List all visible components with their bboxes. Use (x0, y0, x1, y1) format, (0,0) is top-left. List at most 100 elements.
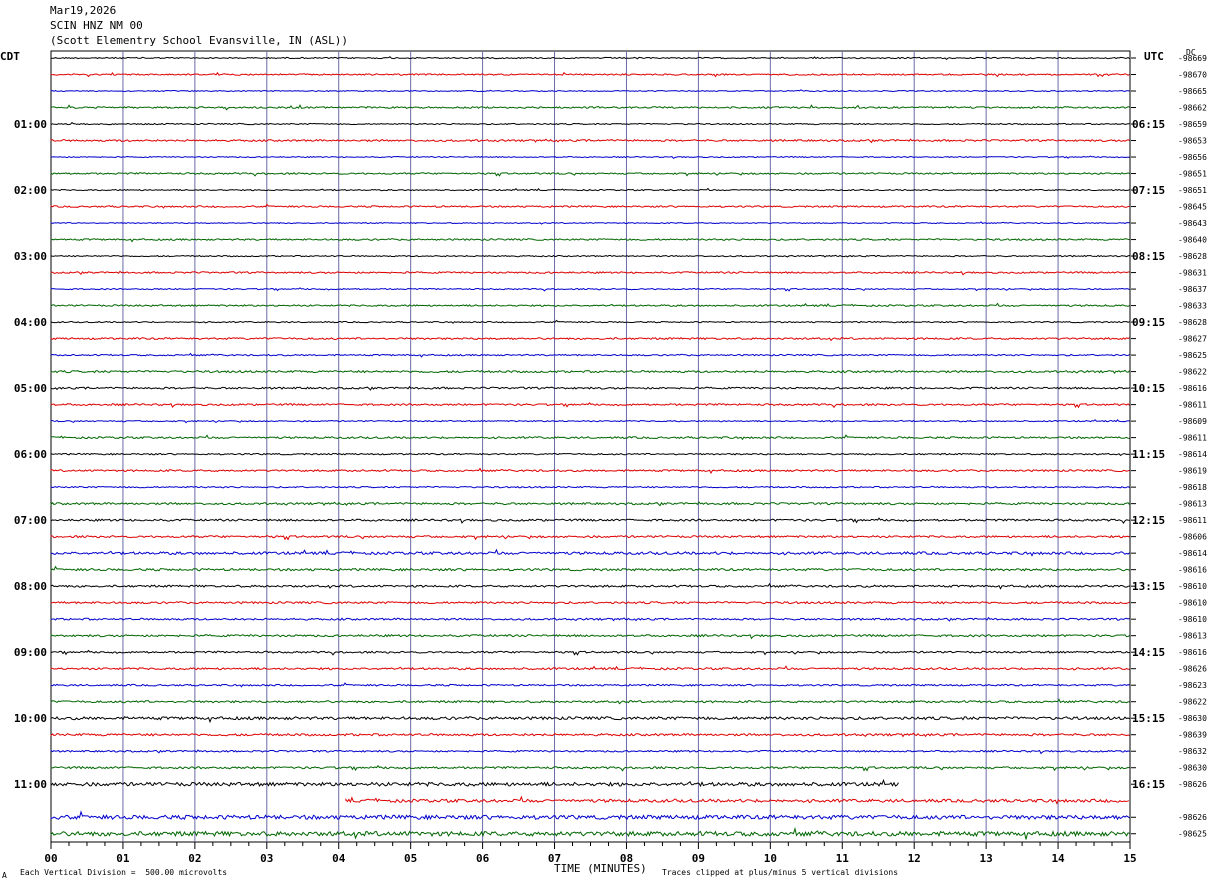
trace-line (50, 56, 1130, 61)
cdt-hour-label: 09:00 (14, 646, 47, 659)
x-tick-label: 00 (44, 852, 57, 865)
trace-line (50, 765, 1130, 772)
dc-offset-label: -98651 (1178, 170, 1207, 179)
utc-hour-label: 13:15 (1132, 580, 1165, 593)
utc-hour-label: 12:15 (1132, 514, 1165, 527)
trace-line (50, 826, 1130, 840)
dc-offset-label: -98610 (1178, 599, 1207, 608)
dc-offset-label: -98628 (1178, 252, 1207, 261)
x-tick-label: 03 (260, 852, 273, 865)
dc-offset-label: -98651 (1178, 186, 1207, 195)
trace-line (50, 369, 1130, 375)
trace-line (50, 337, 1130, 342)
trace-line (50, 319, 1130, 324)
dc-offset-label: -98669 (1178, 54, 1207, 63)
utc-hour-label: 09:15 (1132, 316, 1165, 329)
utc-hour-label: 08:15 (1132, 250, 1165, 263)
dc-offset-label: -98639 (1178, 731, 1207, 740)
cdt-hour-label: 07:00 (14, 514, 47, 527)
x-tick-label: 12 (908, 852, 921, 865)
utc-hour-label: 16:15 (1132, 778, 1165, 791)
dc-offset-label: -98610 (1178, 582, 1207, 591)
x-tick-label: 01 (116, 852, 130, 865)
trace-line (50, 270, 1130, 276)
dc-offset-label: -98643 (1178, 219, 1207, 228)
x-tick-label: 11 (836, 852, 850, 865)
dc-offset-label: -98659 (1178, 120, 1207, 129)
cdt-hour-label: 03:00 (14, 250, 47, 263)
dc-offset-label: -98631 (1178, 269, 1207, 278)
dc-offset-label: -98627 (1178, 335, 1207, 344)
trace-line (50, 548, 1130, 557)
trace-line (50, 732, 1130, 738)
dc-offset-label: -98611 (1178, 401, 1207, 410)
dc-offset-label: -98626 (1178, 665, 1207, 674)
dc-offset-label: -98618 (1178, 483, 1207, 492)
trace-line (50, 402, 1130, 409)
x-tick-label: 13 (980, 852, 993, 865)
dc-offset-label: -98670 (1178, 71, 1207, 80)
dc-offset-label: -98613 (1178, 632, 1207, 641)
dc-offset-label: -98625 (1178, 351, 1207, 360)
trace-line (50, 452, 1130, 457)
dc-offset-label: -98645 (1178, 203, 1207, 212)
trace-line (50, 467, 1130, 475)
utc-hour-label: 07:15 (1132, 184, 1165, 197)
trace-line (50, 203, 1130, 209)
trace-line (50, 698, 1130, 705)
dc-offset-label: -98633 (1178, 302, 1207, 311)
dc-offset-label: -98611 (1178, 516, 1207, 525)
cdt-hour-label: 11:00 (14, 778, 47, 791)
trace-line (50, 254, 1130, 258)
trace-line (50, 616, 1130, 622)
helicorder-plot: CDT 01:00 02:00 03:00 04:00 05:00 06:00 07:00 08… (0, 48, 1207, 865)
trace-line (50, 565, 1130, 572)
trace-line (50, 715, 1130, 724)
trace-line (50, 385, 1130, 391)
dc-offset-label: -98665 (1178, 87, 1207, 96)
x-tick-label: 04 (332, 852, 346, 865)
dc-offset-label: -98656 (1178, 153, 1207, 162)
trace-line (50, 352, 1130, 358)
trace-line (50, 600, 1130, 605)
dc-offset-label: -98606 (1178, 533, 1207, 542)
x-axis-title: TIME (MINUTES) (554, 862, 647, 875)
trace-line (50, 434, 1130, 441)
trace-line (50, 104, 1130, 111)
utc-hour-label: 10:15 (1132, 382, 1165, 395)
x-tick-label: 06 (476, 852, 490, 865)
trace-line (50, 582, 1130, 590)
dc-offset-label: -98628 (1178, 318, 1207, 327)
cdt-hour-label: 02:00 (14, 184, 47, 197)
footer-division-note: Each Vertical Division = 500.00 microvol… (20, 868, 228, 877)
dc-offset-label: -98609 (1178, 417, 1207, 426)
cdt-hour-label: 04:00 (14, 316, 47, 329)
dc-offset-label: -98616 (1178, 648, 1207, 657)
dc-offset-label: -98640 (1178, 236, 1207, 245)
utc-hour-label: 06:15 (1132, 118, 1165, 131)
cdt-hour-label: 10:00 (14, 712, 47, 725)
utc-hour-label: 11:15 (1132, 448, 1165, 461)
trace-line (50, 649, 1130, 656)
dc-offset-label: -98632 (1178, 747, 1207, 756)
utc-hour-label: 15:15 (1132, 712, 1165, 725)
dc-offset-label: -98610 (1178, 615, 1207, 624)
dc-offset-label: -98613 (1178, 500, 1207, 509)
trace-line (50, 778, 899, 788)
trace-line (50, 810, 1130, 821)
trace-line (50, 221, 1130, 225)
trace-line (50, 155, 1130, 160)
trace-line (50, 485, 1130, 489)
dc-offset-label: -98653 (1178, 137, 1207, 146)
trace-line (345, 795, 1130, 805)
dc-offset-label: -98626 (1178, 813, 1207, 822)
trace-line (50, 187, 1130, 192)
dc-offset-label: -98662 (1178, 104, 1207, 113)
cdt-axis-label: CDT (0, 50, 20, 63)
x-tick-label: 14 (1051, 852, 1065, 865)
trace-line (50, 121, 1130, 126)
trace-line (50, 419, 1130, 424)
x-tick-label: 10 (764, 852, 777, 865)
trace-line (50, 501, 1130, 507)
footer-mark: A (2, 871, 7, 880)
